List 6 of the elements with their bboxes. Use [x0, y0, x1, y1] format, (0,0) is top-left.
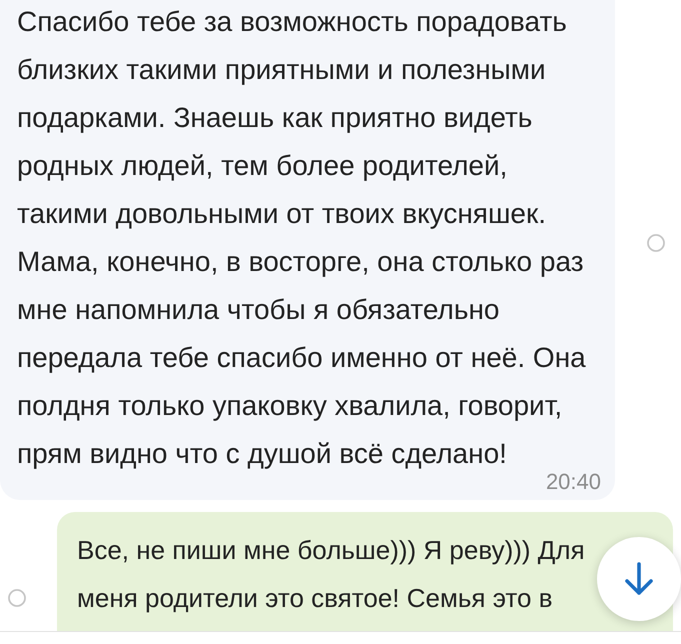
selection-circle-icon[interactable] — [8, 589, 26, 607]
arrow-down-icon — [624, 562, 654, 596]
message-time: 20:40 — [546, 471, 601, 493]
selection-circle-icon[interactable] — [647, 234, 665, 252]
message-text: Спасибо тебе за возможность порадовать близких такими приятными и полезными подарками. Знаешь как приятно видеть родных людей, тем более родителей, такими довольными от твоих вкусняшек. Мама, конечно, в восторге, она столько раз мне напомнила чтобы я обязательно передала тебе спасибо именно от неё. Она полдня только упаковку хвалила, говорит, прям видно что с душой всё сделано! — [17, 5, 586, 470]
message-text: Все, не пиши мне больше))) Я реву))) Для меня родители это святое! Семья это в — [77, 534, 585, 615]
